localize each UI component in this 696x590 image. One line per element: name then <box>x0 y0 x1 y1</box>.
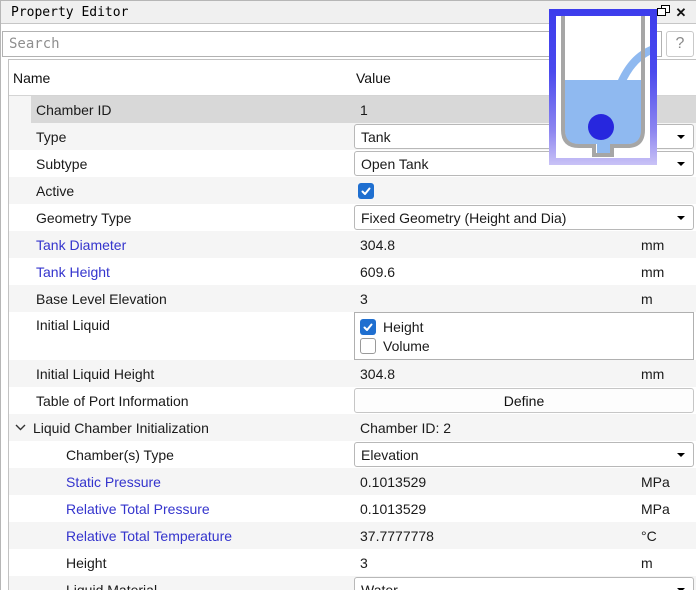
unit-label: MPa <box>641 501 696 517</box>
unit-label: mm <box>641 237 696 253</box>
group-label: Liquid Chamber Initialization <box>33 420 209 436</box>
property-label: Geometry Type <box>9 210 354 226</box>
volume-checkbox[interactable] <box>360 338 376 354</box>
check-icon <box>362 321 374 333</box>
chevron-down-icon <box>677 135 685 139</box>
property-row-relative-total-temperature[interactable]: Relative Total Temperature 37.7777778 °C <box>9 522 696 549</box>
property-label: Initial Liquid Height <box>9 366 354 382</box>
unit-label: mm <box>641 366 696 382</box>
property-row-chambers-type[interactable]: Chamber(s) Type Elevation <box>9 441 696 468</box>
active-checkbox[interactable] <box>358 183 374 199</box>
property-value[interactable]: 3 <box>354 291 641 307</box>
property-value[interactable]: 0.1013529 <box>354 501 641 517</box>
property-group-liquid-chamber-initialization[interactable]: Liquid Chamber Initialization Chamber ID… <box>9 414 696 441</box>
check-icon <box>360 185 372 197</box>
property-label-link[interactable]: Relative Total Temperature <box>9 528 354 544</box>
unit-label: MPa <box>641 474 696 490</box>
property-label: Initial Liquid <box>9 312 354 333</box>
unit-label: m <box>641 555 696 571</box>
liquid-material-dropdown[interactable]: Water <box>354 577 694 590</box>
property-row-tank-height[interactable]: Tank Height 609.6 mm <box>9 258 696 285</box>
initial-liquid-option-box: Height Volume <box>354 312 694 360</box>
dropdown-value: Tank <box>361 129 391 145</box>
group-value: Chamber ID: 2 <box>354 420 641 436</box>
property-label: Liquid Material <box>9 582 354 590</box>
property-row-geometry-type[interactable]: Geometry Type Fixed Geometry (Height and… <box>9 204 696 231</box>
geometry-type-dropdown[interactable]: Fixed Geometry (Height and Dia) <box>354 205 694 230</box>
chevron-down-icon <box>677 453 685 457</box>
define-button[interactable]: Define <box>354 388 694 413</box>
property-label: Active <box>9 183 354 199</box>
property-label: Type <box>9 129 354 145</box>
property-label-link[interactable]: Static Pressure <box>9 474 354 490</box>
property-value[interactable]: 3 <box>354 555 641 571</box>
close-icon: ✕ <box>676 6 687 19</box>
property-label-link[interactable]: Relative Total Pressure <box>9 501 354 517</box>
property-editor-panel: Property Editor ✕ ? Name Value Chamber I… <box>0 0 696 590</box>
unit-label: °C <box>641 528 696 544</box>
property-value[interactable]: 609.6 <box>354 264 641 280</box>
close-button[interactable]: ✕ <box>672 3 690 21</box>
dropdown-value: Water <box>361 582 398 590</box>
help-button[interactable]: ? <box>666 31 694 57</box>
property-row-initial-liquid-height[interactable]: Initial Liquid Height 304.8 mm <box>9 360 696 387</box>
property-label: Chamber ID <box>9 102 354 118</box>
property-row-port-information[interactable]: Table of Port Information Define <box>9 387 696 414</box>
property-row-static-pressure[interactable]: Static Pressure 0.1013529 MPa <box>9 468 696 495</box>
option-volume[interactable]: Volume <box>360 338 693 354</box>
property-label: Height <box>9 555 354 571</box>
option-height[interactable]: Height <box>360 319 693 335</box>
tank-graphic-overlay <box>549 9 657 165</box>
property-label-link[interactable]: Tank Diameter <box>9 237 354 253</box>
property-row-tank-diameter[interactable]: Tank Diameter 304.8 mm <box>9 231 696 258</box>
unit-label: m <box>641 291 696 307</box>
property-label: Base Level Elevation <box>9 291 354 307</box>
property-row-liquid-material[interactable]: Liquid Material Water <box>9 576 696 590</box>
chevron-down-icon <box>677 162 685 166</box>
property-label: Table of Port Information <box>9 393 354 409</box>
dropdown-value: Fixed Geometry (Height and Dia) <box>361 210 566 226</box>
chambers-type-dropdown[interactable]: Elevation <box>354 442 694 467</box>
option-label: Volume <box>383 338 430 354</box>
name-column-header: Name <box>9 70 354 86</box>
property-label-link[interactable]: Tank Height <box>9 264 354 280</box>
dropdown-value: Open Tank <box>361 156 428 172</box>
property-row-base-level-elevation[interactable]: Base Level Elevation 3 m <box>9 285 696 312</box>
property-value[interactable]: 0.1013529 <box>354 474 641 490</box>
option-label: Height <box>383 319 423 335</box>
tank-icon <box>556 16 650 158</box>
property-label: Chamber(s) Type <box>9 447 354 463</box>
property-value[interactable]: 304.8 <box>354 366 641 382</box>
dropdown-value: Elevation <box>361 447 419 463</box>
property-row-height[interactable]: Height 3 m <box>9 549 696 576</box>
chevron-down-icon <box>677 216 685 220</box>
property-row-relative-total-pressure[interactable]: Relative Total Pressure 0.1013529 MPa <box>9 495 696 522</box>
property-value[interactable]: 37.7777778 <box>354 528 641 544</box>
property-value[interactable]: 304.8 <box>354 237 641 253</box>
float-window-icon <box>657 4 670 20</box>
property-row-active[interactable]: Active <box>9 177 696 204</box>
property-row-initial-liquid[interactable]: Initial Liquid Height Volume <box>9 312 696 360</box>
unit-label: mm <box>641 264 696 280</box>
property-label: Subtype <box>9 156 354 172</box>
expander-chevron-icon[interactable] <box>15 424 26 431</box>
height-checkbox[interactable] <box>360 319 376 335</box>
